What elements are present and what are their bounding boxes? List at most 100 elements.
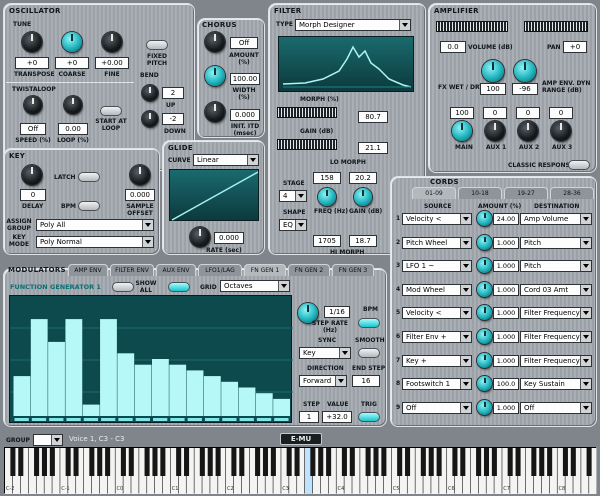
fg-step-bar[interactable]	[152, 359, 169, 416]
black-key[interactable]	[483, 448, 490, 476]
curve-select[interactable]: Linear	[193, 154, 259, 166]
value-value[interactable]: +32.0	[322, 411, 352, 423]
black-key[interactable]	[128, 448, 134, 476]
bend-down-value[interactable]: -2	[162, 113, 184, 125]
black-key[interactable]	[18, 448, 24, 476]
tab-fn-gen-1[interactable]: FN GEN 1	[244, 264, 286, 276]
black-key[interactable]	[452, 448, 458, 476]
cord-source-select[interactable]: Key +	[402, 354, 472, 367]
black-key[interactable]	[365, 448, 371, 476]
black-key[interactable]	[562, 448, 568, 476]
morph-value[interactable]: 80.7	[358, 111, 388, 123]
aux3-knob[interactable]	[551, 121, 571, 141]
gain-value[interactable]: 21.1	[358, 142, 388, 154]
tab-filter-env[interactable]: FILTER ENV	[110, 264, 154, 276]
end-step-value[interactable]: 16	[352, 375, 380, 387]
fg-step-bar[interactable]	[273, 398, 290, 416]
assign-group-select[interactable]: Poly All	[36, 219, 154, 231]
filter-freq-knob[interactable]	[318, 188, 336, 206]
tab-aux-env[interactable]: AUX ENV	[156, 264, 196, 276]
cord-amount-value[interactable]: 1.000	[493, 260, 519, 273]
black-key[interactable]	[420, 448, 426, 476]
black-key[interactable]	[207, 448, 213, 476]
black-key[interactable]	[586, 448, 592, 476]
cords-tab-28-36[interactable]: 28-36	[550, 187, 594, 199]
cord-amount-value[interactable]: 1.000	[493, 236, 519, 249]
black-key[interactable]	[570, 448, 576, 476]
aux2-knob[interactable]	[518, 121, 538, 141]
chorus-width-value[interactable]: 100.00	[230, 73, 260, 85]
fg-step-bar[interactable]	[117, 353, 135, 416]
bend-up-value[interactable]: 2	[162, 87, 184, 99]
black-key[interactable]	[49, 448, 55, 476]
cord-destination-select[interactable]: Pitch	[520, 260, 592, 273]
delay-value[interactable]: 0	[20, 189, 46, 201]
black-key[interactable]	[231, 448, 237, 476]
tab-amp-env[interactable]: AMP ENV	[68, 264, 108, 276]
black-key[interactable]	[97, 448, 103, 476]
bend-up-knob[interactable]	[142, 85, 158, 101]
fg-step-bar[interactable]	[203, 376, 221, 416]
main-value[interactable]: 100	[450, 107, 474, 119]
classic-response-toggle[interactable]	[568, 160, 590, 170]
loop-knob[interactable]	[64, 96, 82, 114]
cord-source-select[interactable]: Off	[402, 401, 472, 414]
volume-meter[interactable]	[436, 21, 508, 32]
cords-tab-01-09[interactable]: 01-09	[412, 187, 456, 199]
fg-step-bar[interactable]	[30, 319, 48, 416]
black-key[interactable]	[199, 448, 205, 476]
black-key[interactable]	[294, 448, 300, 476]
cord-destination-select[interactable]: Key Sustain	[520, 378, 592, 391]
fg-bpm-toggle[interactable]	[358, 318, 380, 328]
fg-step-bar[interactable]	[255, 393, 273, 416]
cord-source-select[interactable]: Filter Env +	[402, 331, 472, 343]
black-key[interactable]	[515, 448, 521, 476]
black-key[interactable]	[41, 448, 47, 476]
black-key[interactable]	[373, 448, 379, 476]
black-key[interactable]	[270, 448, 276, 476]
cord-destination-select[interactable]: Off	[520, 401, 592, 414]
cord-destination-select[interactable]: Cord 03 Amt	[520, 283, 592, 296]
step-rate-value[interactable]: 1/16	[324, 306, 350, 318]
chorus-off-value[interactable]: Off	[230, 37, 258, 49]
black-key[interactable]	[144, 448, 150, 476]
key-bpm-toggle[interactable]	[78, 201, 100, 211]
hi-freq-value[interactable]: 1705	[313, 235, 341, 247]
lo-gain-value[interactable]: 20.2	[349, 172, 377, 184]
cord-destination-select[interactable]: Pitch	[520, 236, 592, 249]
init-itd-knob[interactable]	[205, 102, 225, 122]
black-key[interactable]	[507, 448, 513, 476]
tab-fn-gen-3[interactable]: FN GEN 3	[332, 264, 374, 276]
black-key[interactable]	[65, 448, 71, 476]
black-key[interactable]	[436, 448, 442, 476]
bend-down-knob[interactable]	[142, 111, 158, 127]
fx-wet-dry-value[interactable]: 100	[480, 83, 506, 95]
cords-tab-10-18[interactable]: 10-18	[458, 187, 502, 199]
cord-amount-knob[interactable]	[477, 234, 492, 250]
cord-source-select[interactable]: Velocity <	[402, 213, 472, 225]
black-key[interactable]	[381, 448, 387, 476]
filter-type-select[interactable]: Morph Designer	[295, 19, 411, 31]
grid-select[interactable]: Octaves	[220, 280, 290, 292]
stage-select[interactable]: 4	[279, 190, 307, 202]
black-key[interactable]	[318, 448, 324, 476]
cords-tab-19-27[interactable]: 19-27	[504, 187, 548, 199]
cord-amount-value[interactable]: 100.0	[493, 378, 519, 391]
amp-env-dyn-knob[interactable]	[514, 60, 536, 82]
fine-knob[interactable]	[102, 32, 122, 52]
shape-select[interactable]: EQ	[279, 219, 307, 231]
cord-amount-value[interactable]: 24.00	[493, 213, 519, 225]
black-key[interactable]	[531, 448, 537, 476]
chorus-width-knob[interactable]	[205, 66, 225, 86]
glide-rate-knob[interactable]	[190, 227, 210, 247]
aux1-value[interactable]: 0	[483, 107, 507, 119]
chorus-amount-knob[interactable]	[205, 32, 225, 52]
black-key[interactable]	[255, 448, 261, 476]
black-key[interactable]	[286, 448, 292, 476]
lo-freq-value[interactable]: 158	[313, 172, 341, 184]
sample-offset-value[interactable]: 0.000	[125, 189, 155, 201]
tab-lfo1-lag[interactable]: LFO1/LAG	[198, 264, 242, 276]
cord-amount-value[interactable]: 1.000	[493, 307, 519, 320]
black-key[interactable]	[73, 448, 79, 476]
sample-offset-knob[interactable]	[130, 165, 150, 185]
